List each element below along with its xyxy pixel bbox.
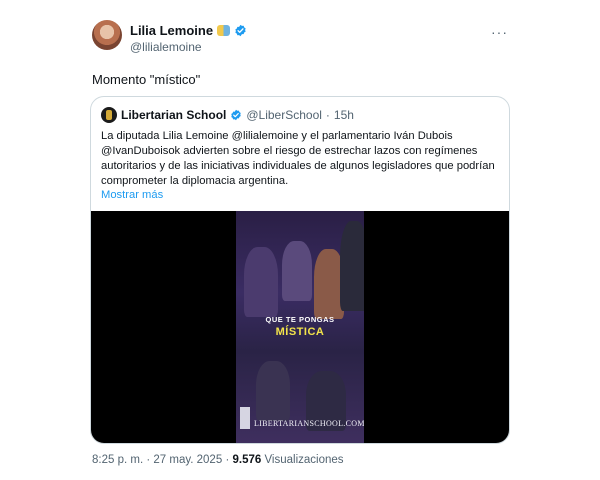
video-player[interactable]: QUE TE PONGAS MÍSTICA LIBERTARIANSCHOOL.… [91, 211, 509, 443]
audience-figure [282, 241, 312, 301]
audience-figure [256, 361, 290, 421]
views-count: 9.576 [232, 454, 262, 466]
quoted-author-avatar[interactable] [101, 107, 117, 123]
flag-emoji-icon [217, 25, 231, 36]
quoted-tweet-time[interactable]: 15h [334, 108, 354, 122]
author-handle[interactable]: @lilialemoine [130, 40, 202, 54]
show-more-link[interactable]: Mostrar más [101, 189, 163, 201]
separator-dot: · [146, 454, 151, 466]
tweet-meta: 8:25 p. m. · 27 may. 2025 · 9.576 Visual… [92, 454, 344, 466]
tweet-header: Lilia Lemoine @lilialemoine ··· [78, 10, 518, 62]
quoted-tweet-header: Libertarian School @LiberSchool · 15h [101, 107, 354, 123]
tweet-time[interactable]: 8:25 p. m. [92, 454, 143, 466]
quoted-author-name[interactable]: Libertarian School [121, 108, 226, 122]
tweet-card: Lilia Lemoine @lilialemoine ··· Momento … [78, 10, 518, 480]
author-name-row: Lilia Lemoine [130, 23, 247, 38]
author-name[interactable]: Lilia Lemoine [130, 23, 213, 38]
quoted-tweet-text: La diputada Lilia Lemoine @lilialemoine … [101, 130, 495, 187]
audience-figure [244, 247, 278, 317]
audience-figure [340, 221, 364, 311]
separator-dot: · [225, 454, 230, 466]
verified-badge-icon [231, 109, 242, 121]
views-label: Visualizaciones [264, 454, 344, 466]
author-avatar[interactable] [92, 20, 122, 50]
video-caption-line1: QUE TE PONGAS [265, 315, 335, 324]
video-watermark: LIBERTARIANSCHOOL.COM [254, 419, 364, 428]
video-caption-line2: MÍSTICA [275, 326, 325, 338]
separator-dot: · [325, 108, 330, 122]
libertarian-school-logo-icon [240, 407, 250, 429]
tweet-text: Momento "místico" [92, 72, 201, 87]
tweet-date[interactable]: 27 may. 2025 [153, 454, 222, 466]
more-options-icon[interactable]: ··· [491, 24, 508, 40]
quoted-author-handle[interactable]: @LiberSchool [246, 108, 322, 122]
video-frame: QUE TE PONGAS MÍSTICA LIBERTARIANSCHOOL.… [236, 211, 364, 443]
verified-badge-icon [235, 24, 246, 37]
quoted-tweet[interactable]: Libertarian School @LiberSchool · 15h La… [90, 96, 510, 444]
